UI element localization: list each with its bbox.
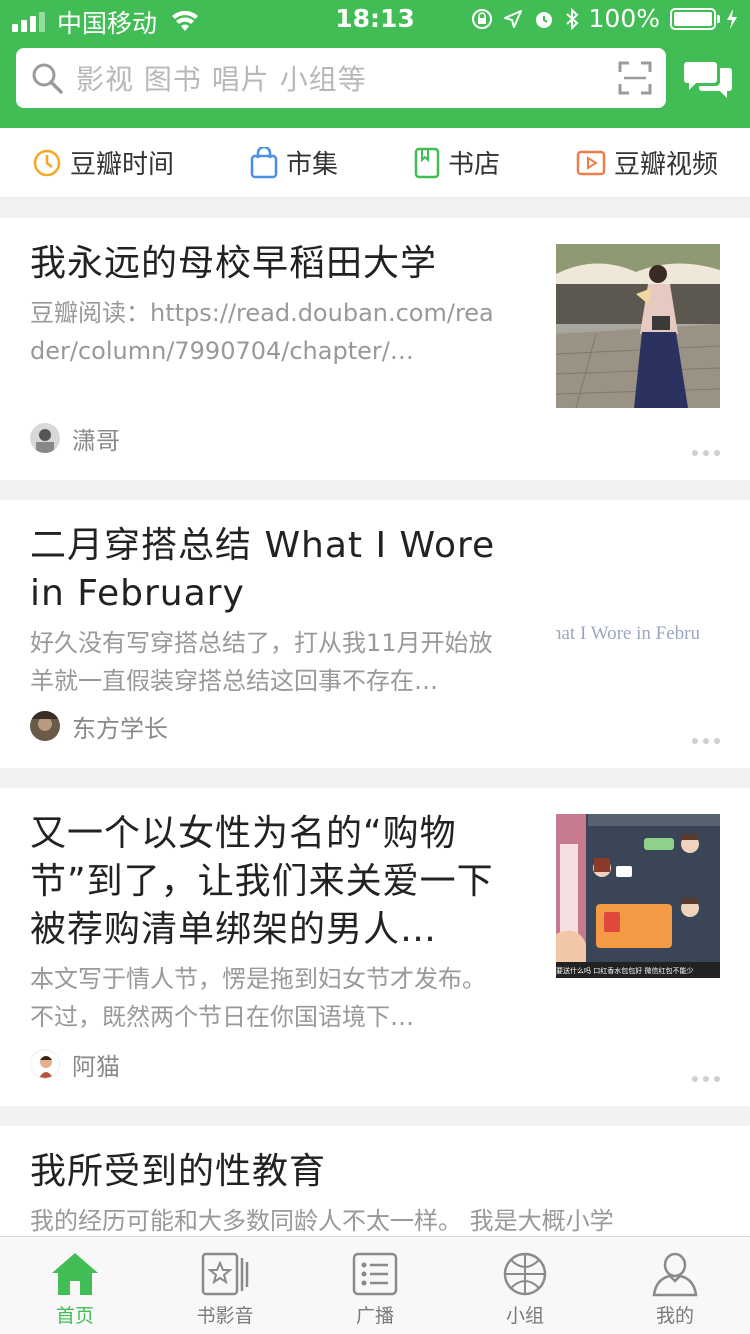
feed-card[interactable]: 又一个以女性为名的“购物节”到了，让我们来关爱一下被荐购清单绑架的男人… 本文写… [0,788,750,1106]
card-title[interactable]: 我永远的母校早稻田大学 [30,240,505,288]
tab-label: 我的 [655,1305,694,1327]
media-icon [201,1252,249,1296]
charging-icon [727,8,737,29]
more-options-icon[interactable] [692,1076,720,1082]
tab-label: 首页 [55,1305,94,1327]
status-bar: 中国移动 18:13 100% [0,0,750,40]
clock-icon [33,149,61,176]
douban-app: 中国移动 18:13 100% 影视 图书 唱片 小组等 豆瓣时间 市集 书店 … [0,0,750,1334]
search-placeholder[interactable]: 影视 图书 唱片 小组等 [76,58,618,98]
shortcut-bookstore[interactable]: 书店 [414,144,500,181]
shortcut-market[interactable]: 市集 [250,144,338,181]
tab-home[interactable]: 首页 [0,1237,150,1334]
feed-card[interactable]: 我永远的母校早稻田大学 豆瓣阅读：https://read.douban.com… [0,218,750,480]
battery-percent: 100% [588,4,660,33]
tab-label: 小组 [505,1305,544,1327]
author-name: 潇哥 [72,426,120,455]
avatar [30,1049,60,1079]
card-title[interactable]: 又一个以女性为名的“购物节”到了，让我们来关爱一下被荐购清单绑架的男人… [30,810,505,954]
battery-icon [670,7,720,30]
card-title[interactable]: 我所受到的性教育 [30,1148,720,1196]
avatar [30,423,60,453]
shortcut-label: 豆瓣视频 [613,150,718,180]
alarm-icon [535,11,552,28]
location-icon [503,9,522,28]
card-desc: 本文写于情人节，愣是拖到妇女节才发布。不过，既然两个节日在你国语境下… [30,965,486,1031]
search-icon [32,63,63,94]
search-bar[interactable]: 影视 图书 唱片 小组等 [16,48,666,108]
shortcut-label: 市集 [285,150,338,180]
thumb-caption: 要送什么吗 口红香水包包好 微信红包不能少 [556,967,694,975]
card-author[interactable]: 潇哥 [30,408,120,468]
kimono-photo [556,244,720,408]
more-options-icon[interactable] [692,450,720,456]
bag-icon [250,146,278,178]
shortcut-douban-video[interactable]: 豆瓣视频 [576,144,718,181]
tab-label: 书影音 [196,1305,254,1327]
author-name: 阿猫 [72,1052,120,1081]
author-name: 东方学长 [72,714,168,743]
group-icon [503,1252,547,1296]
tab-media[interactable]: 书影音 [150,1237,300,1334]
card-text: 又一个以女性为名的“购物节”到了，让我们来关爱一下被荐购清单绑架的男人… 本文写… [30,810,505,1036]
shortcut-label: 豆瓣时间 [70,150,175,180]
card-author[interactable]: 东方学长 [30,696,168,756]
broadcast-icon [352,1252,398,1296]
shortcut-label: 书店 [447,150,500,180]
card-author[interactable]: 阿猫 [30,1034,120,1094]
top-header: 中国移动 18:13 100% 影视 图书 唱片 小组等 [0,0,750,128]
card-desc: 豆瓣阅读：https://read.douban.com/reader/colu… [30,299,494,365]
tab-profile[interactable]: 我的 [600,1237,750,1334]
rotation-lock-icon [471,8,492,29]
bluetooth-icon [565,7,578,30]
status-right: 100% [471,4,738,33]
card-title[interactable]: 二月穿搭总结 What I Wore in February [30,522,505,618]
feed-list: 我永远的母校早稻田大学 豆瓣阅读：https://read.douban.com… [0,198,750,1266]
feed-card[interactable]: 二月穿搭总结 What I Wore in February 好久没有写穿搭总结… [0,500,750,768]
tab-label: 广播 [355,1305,394,1327]
tab-broadcast[interactable]: 广播 [300,1237,450,1334]
card-thumbnail[interactable]: hat I Wore in Febru [556,552,720,716]
card-text: 我永远的母校早稻田大学 豆瓣阅读：https://read.douban.com… [30,240,505,370]
home-icon [52,1253,98,1295]
card-text: 二月穿搭总结 What I Wore in February 好久没有写穿搭总结… [30,522,505,700]
messages-icon[interactable] [684,58,732,102]
book-icon [414,147,440,178]
card-text: 我所受到的性教育 我的经历可能和大多数同龄人不太一样。 我是大概小学 [30,1148,720,1240]
more-options-icon[interactable] [692,738,720,744]
chat-illustration [556,814,720,978]
card-thumbnail[interactable] [556,244,720,408]
card-desc: 好久没有写穿搭总结了，打从我11月开始放羊就一直假装穿搭总结这回事不存在… [30,629,493,695]
shortcut-bar: 豆瓣时间 市集 书店 豆瓣视频 [0,128,750,198]
play-icon [576,150,606,175]
profile-icon [652,1252,698,1297]
card-thumbnail[interactable]: 要送什么吗 口红香水包包好 微信红包不能少 [556,814,720,978]
tab-group[interactable]: 小组 [450,1237,600,1334]
avatar [30,711,60,741]
scan-icon[interactable] [618,61,652,95]
thumb-caption: hat I Wore in Febru [556,623,700,644]
shortcut-douban-time[interactable]: 豆瓣时间 [32,144,174,181]
card-desc: 我的经历可能和大多数同龄人不太一样。 我是大概小学 [30,1207,614,1235]
tab-bar: 首页 书影音 广播 小组 我的 [0,1236,750,1334]
